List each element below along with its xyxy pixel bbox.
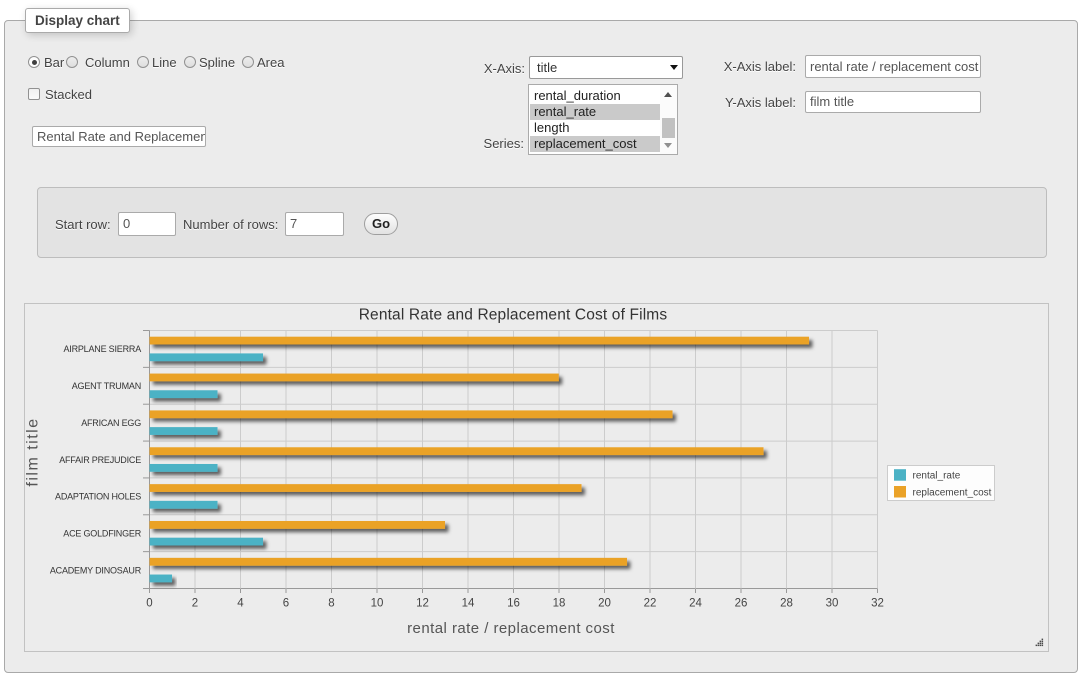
svg-text:AGENT TRUMAN: AGENT TRUMAN bbox=[72, 381, 141, 391]
svg-text:4: 4 bbox=[237, 598, 244, 610]
svg-text:2: 2 bbox=[192, 598, 198, 610]
svg-text:Rental Rate and Replacement Co: Rental Rate and Replacement Cost of Film… bbox=[359, 307, 668, 324]
svg-text:22: 22 bbox=[644, 598, 657, 610]
svg-text:ACE GOLDFINGER: ACE GOLDFINGER bbox=[63, 529, 141, 539]
svg-text:replacement_cost: replacement_cost bbox=[913, 487, 992, 498]
svg-text:14: 14 bbox=[462, 598, 475, 610]
svg-text:0: 0 bbox=[146, 598, 152, 610]
svg-text:rental_rate: rental_rate bbox=[913, 471, 961, 482]
svg-text:ADAPTATION HOLES: ADAPTATION HOLES bbox=[55, 492, 141, 502]
svg-text:AIRPLANE SIERRA: AIRPLANE SIERRA bbox=[63, 344, 141, 354]
svg-text:20: 20 bbox=[598, 598, 611, 610]
svg-text:24: 24 bbox=[689, 598, 702, 610]
svg-text:AFFAIR PREJUDICE: AFFAIR PREJUDICE bbox=[59, 455, 141, 465]
svg-text:10: 10 bbox=[371, 598, 384, 610]
svg-text:12: 12 bbox=[416, 598, 429, 610]
svg-text:8: 8 bbox=[328, 598, 334, 610]
svg-text:film title: film title bbox=[25, 417, 42, 486]
svg-text:16: 16 bbox=[507, 598, 520, 610]
svg-text:32: 32 bbox=[871, 598, 884, 610]
svg-text:18: 18 bbox=[553, 598, 566, 610]
svg-text:26: 26 bbox=[735, 598, 748, 610]
svg-text:rental rate / replacement cost: rental rate / replacement cost bbox=[407, 620, 615, 637]
svg-text:6: 6 bbox=[283, 598, 289, 610]
svg-text:AFRICAN EGG: AFRICAN EGG bbox=[81, 418, 141, 428]
svg-text:30: 30 bbox=[826, 598, 839, 610]
svg-text:ACADEMY DINOSAUR: ACADEMY DINOSAUR bbox=[50, 565, 142, 575]
svg-text:28: 28 bbox=[780, 598, 793, 610]
